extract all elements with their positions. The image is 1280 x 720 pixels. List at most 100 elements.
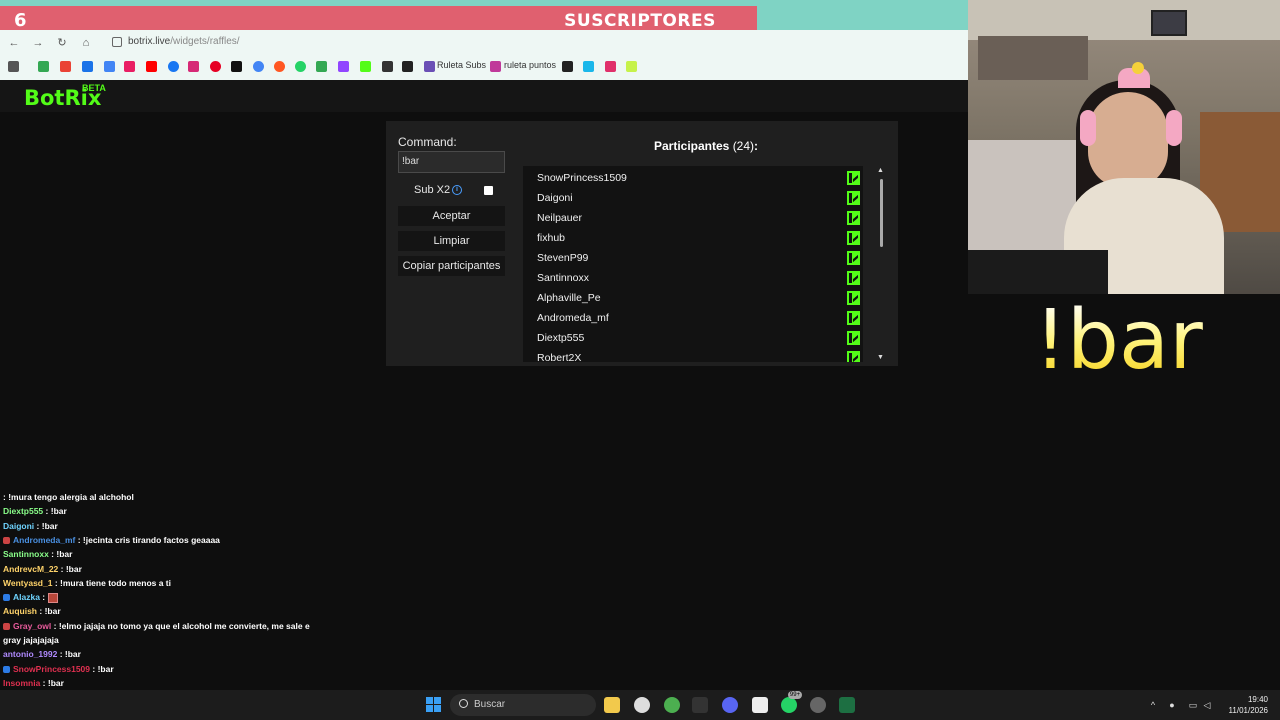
windows-start-icon[interactable] xyxy=(426,697,441,712)
participants-scrollbar[interactable]: ▲ ▼ xyxy=(877,167,885,361)
excel-icon[interactable] xyxy=(839,697,855,713)
clear-button[interactable]: Limpiar xyxy=(398,231,505,251)
chat-username[interactable]: Auquish xyxy=(3,606,37,616)
stream-overlay: 6 SUSCRIPTORES 10 ← → ↻ ⌂ botrix.live/wi… xyxy=(0,0,1280,720)
forward-icon[interactable]: → xyxy=(30,35,46,51)
scroll-up-icon[interactable]: ▲ xyxy=(877,167,884,174)
bookmark-icon[interactable] xyxy=(274,61,285,72)
accept-button[interactable]: Aceptar xyxy=(398,206,505,226)
apps-grid-icon[interactable] xyxy=(8,61,19,72)
tiktok-icon[interactable] xyxy=(231,61,242,72)
microphone-icon[interactable]: ● xyxy=(1167,700,1177,710)
maps-icon[interactable] xyxy=(316,61,327,72)
chat-username[interactable]: Insomnia xyxy=(3,678,40,688)
chat-text: !bar xyxy=(56,549,73,560)
chat-username[interactable]: antonio_1992 xyxy=(3,649,57,659)
bookmark-icon[interactable] xyxy=(605,61,616,72)
kick-icon[interactable] xyxy=(360,61,371,72)
clock-date: 11/01/2026 xyxy=(1228,706,1268,715)
scrollbar-thumb[interactable] xyxy=(880,179,883,247)
scroll-down-icon[interactable]: ▼ xyxy=(877,354,884,361)
copy-participants-button[interactable]: Copiar participantes xyxy=(398,256,505,276)
capcut-icon[interactable] xyxy=(692,697,708,713)
bookmark-ruleta-puntos[interactable]: ruleta puntos xyxy=(504,60,556,70)
pinterest-icon[interactable] xyxy=(210,61,221,72)
bookmark-icon[interactable] xyxy=(626,61,637,72)
gmail-icon[interactable] xyxy=(60,61,71,72)
participants-list[interactable]: SnowPrincess1509 Daigoni Neilpauer fixhub St… xyxy=(523,166,863,362)
chat-text: !bar xyxy=(65,563,82,574)
chat-separator: : xyxy=(90,663,98,674)
home-icon[interactable]: ⌂ xyxy=(78,35,94,51)
discord-icon[interactable] xyxy=(722,697,738,713)
chat-badge-icon xyxy=(3,594,10,602)
chat-text: !bar xyxy=(41,520,58,531)
participant-name: Alphaville_Pe xyxy=(537,292,601,304)
chat-text: !bar xyxy=(47,677,64,688)
facebook-icon[interactable] xyxy=(168,61,179,72)
address-bar[interactable]: botrix.live/widgets/raffles/ xyxy=(100,32,960,54)
beta-badge: BETA xyxy=(82,83,106,93)
back-icon[interactable]: ← xyxy=(6,35,22,51)
whatsapp-icon[interactable] xyxy=(295,61,306,72)
bookmark-icon[interactable] xyxy=(382,61,393,72)
command-input[interactable]: !bar xyxy=(398,151,505,173)
taskbar-search[interactable]: Buscar xyxy=(450,694,596,716)
bookmark-icon[interactable] xyxy=(402,61,413,72)
chat-message: Andromeda_mf : !jecinta cris tirando fac… xyxy=(3,535,220,545)
picture-frame xyxy=(1151,10,1187,36)
volume-icon[interactable]: ◁ xyxy=(1202,700,1212,710)
youtube-icon[interactable] xyxy=(146,61,157,72)
chat-username[interactable]: SnowPrincess1509 xyxy=(13,664,90,674)
participant-row: fixhub xyxy=(523,228,863,248)
desk xyxy=(968,250,1108,294)
ruleta-puntos-icon[interactable] xyxy=(490,61,501,72)
instagram-icon[interactable] xyxy=(188,61,199,72)
bookmark-icon[interactable] xyxy=(253,61,264,72)
chat-text: !jecinta cris tirando factos geaaaa xyxy=(82,534,220,545)
ruleta-subs-icon[interactable] xyxy=(424,61,435,72)
clock[interactable]: 19:40 11/01/2026 xyxy=(1222,694,1268,716)
participant-row: Andromeda_mf xyxy=(523,308,863,328)
chat-username[interactable]: Wentyasd_1 xyxy=(3,578,52,588)
bookmark-icon[interactable] xyxy=(583,61,594,72)
drive-icon[interactable] xyxy=(38,61,49,72)
chat-username[interactable]: Santinnoxx xyxy=(3,549,49,559)
bookmark-icon[interactable] xyxy=(82,61,93,72)
network-icon[interactable]: ▭ xyxy=(1188,700,1198,710)
participant-name: fixhub xyxy=(537,232,566,244)
participant-row: Diextp555 xyxy=(523,328,863,348)
chat-username[interactable]: Andromeda_mf xyxy=(13,535,75,545)
chevron-up-icon[interactable]: ^ xyxy=(1148,700,1158,710)
file-explorer-icon[interactable] xyxy=(604,697,620,713)
bookmark-ruleta-subs[interactable]: Ruleta Subs xyxy=(437,60,486,70)
chatgpt-icon[interactable] xyxy=(634,697,650,713)
bookmark-icon[interactable] xyxy=(124,61,135,72)
chat-overlay: : !mura tengo alergia al alchohol Diextp5… xyxy=(0,490,310,690)
reload-icon[interactable]: ↻ xyxy=(54,35,70,51)
windows-taskbar: Buscar 99+ ^ ● ▭ ◁ 19:40 11/01/2026 xyxy=(0,690,1280,720)
kick-icon xyxy=(847,231,860,245)
twitch-icon[interactable] xyxy=(338,61,349,72)
sub-x2-checkbox[interactable] xyxy=(484,186,493,195)
chrome-icon[interactable] xyxy=(664,697,680,713)
site-info-icon[interactable] xyxy=(112,37,122,47)
chat-separator: : xyxy=(43,506,51,517)
chat-text: !bar xyxy=(50,506,67,517)
chat-username[interactable]: Gray_owl xyxy=(13,621,51,631)
chat-separator: : xyxy=(39,592,48,603)
chat-separator: : xyxy=(52,577,61,588)
whatsapp-icon[interactable] xyxy=(781,697,797,713)
chat-username[interactable]: AndrevcM_22 xyxy=(3,564,58,574)
obs-icon[interactable] xyxy=(810,697,826,713)
info-icon[interactable]: i xyxy=(452,185,462,195)
bookmark-icon[interactable] xyxy=(104,61,115,72)
participant-name: Robert2X xyxy=(537,352,582,362)
chat-username[interactable]: Daigoni xyxy=(3,521,34,531)
participant-name: SnowPrincess1509 xyxy=(537,172,627,184)
chat-username[interactable]: Diextp555 xyxy=(3,506,43,516)
chat-username[interactable]: Alazka xyxy=(13,592,40,602)
notion-icon[interactable] xyxy=(752,697,768,713)
bookmark-icon[interactable] xyxy=(562,61,573,72)
duck-figure xyxy=(1132,62,1144,74)
